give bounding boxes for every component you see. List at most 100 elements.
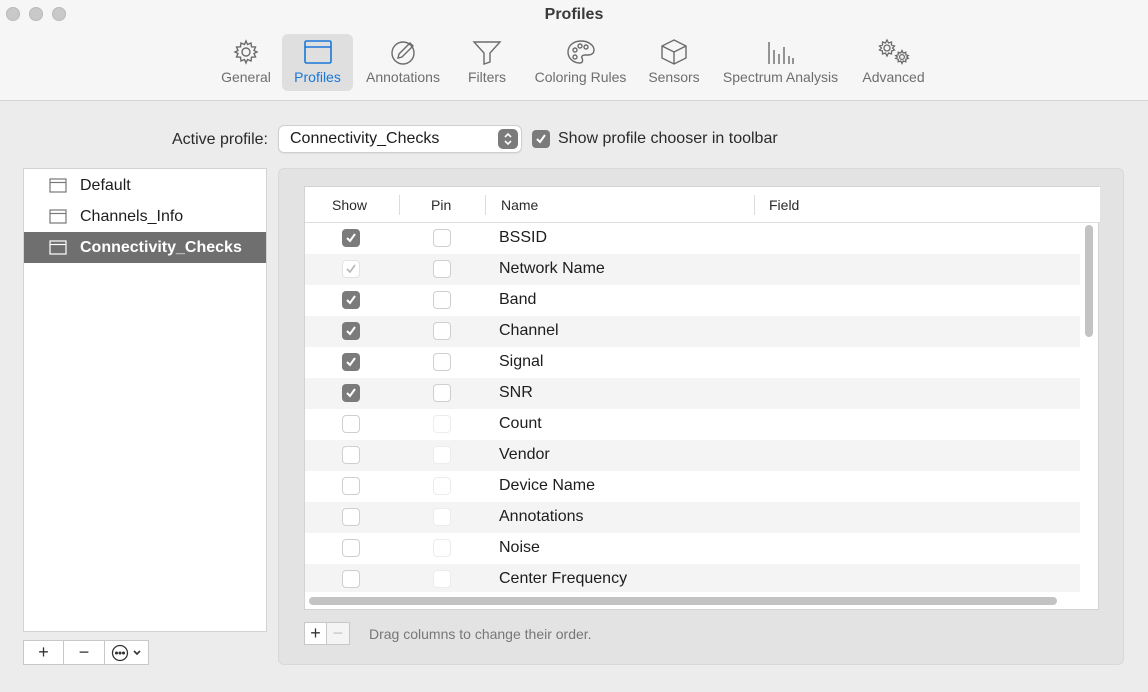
pin-checkbox[interactable]	[433, 229, 451, 247]
active-profile-select[interactable]: Connectivity_Checks	[278, 125, 522, 153]
remove-profile-button[interactable]: −	[64, 640, 105, 665]
vertical-scrollbar[interactable]	[1084, 225, 1094, 591]
window-icon	[49, 209, 67, 227]
preferences-tabs: General Profiles Annotations Filters Col…	[0, 34, 1148, 92]
pin-checkbox[interactable]	[433, 353, 451, 371]
column-header-field[interactable]: Field	[769, 197, 799, 213]
tab-annotations[interactable]: Annotations	[360, 34, 446, 91]
column-name: Device Name	[499, 477, 596, 494]
window-title: Profiles	[544, 6, 604, 23]
table-row[interactable]: Channel	[305, 316, 1080, 347]
profile-actions-menu[interactable]	[105, 640, 149, 665]
column-header-show[interactable]: Show	[332, 197, 367, 213]
show-checkbox[interactable]	[342, 539, 360, 557]
tab-coloring-rules[interactable]: Coloring Rules	[529, 34, 632, 91]
pin-checkbox[interactable]	[433, 384, 451, 402]
tab-spectrum-analysis[interactable]: Spectrum Analysis	[716, 34, 845, 91]
show-checkbox[interactable]	[342, 291, 360, 309]
table-row[interactable]: Device Name	[305, 471, 1080, 502]
table-row[interactable]: Network Name	[305, 254, 1080, 285]
pin-checkbox[interactable]	[433, 322, 451, 340]
pin-checkbox[interactable]	[433, 260, 451, 278]
profiles-list-controls: + −	[23, 640, 149, 665]
horizontal-scrollbar[interactable]	[309, 596, 1081, 606]
column-divider[interactable]	[485, 195, 486, 215]
show-checkbox[interactable]	[342, 570, 360, 588]
show-checkbox[interactable]	[342, 322, 360, 340]
column-name: Annotations	[499, 508, 584, 525]
tab-advanced[interactable]: Advanced	[858, 34, 929, 91]
tab-profiles[interactable]: Profiles	[282, 34, 353, 91]
column-name: SNR	[499, 384, 533, 401]
active-profile-label: Active profile:	[171, 131, 268, 148]
table-header: Show Pin Name Field	[305, 187, 1100, 223]
pin-checkbox	[433, 539, 451, 557]
tab-label: Sensors	[648, 69, 700, 85]
pin-checkbox	[433, 508, 451, 526]
remove-column-button[interactable]: −	[327, 622, 350, 645]
columns-table: Show Pin Name Field BSSID Network Name Ban…	[304, 186, 1100, 610]
scrollbar-thumb[interactable]	[309, 597, 1057, 605]
column-name: Channel	[499, 322, 559, 339]
window-icon	[49, 178, 67, 196]
drag-columns-hint: Drag columns to change their order.	[369, 626, 592, 642]
show-profile-chooser-label: Show profile chooser in toolbar	[558, 130, 778, 147]
scrollbar-thumb[interactable]	[1085, 225, 1093, 337]
show-checkbox	[342, 260, 360, 278]
add-profile-button[interactable]: +	[23, 640, 64, 665]
show-checkbox[interactable]	[342, 415, 360, 433]
show-checkbox[interactable]	[342, 229, 360, 247]
tab-general[interactable]: General	[219, 34, 273, 91]
cube-icon	[659, 36, 689, 68]
add-column-button[interactable]: +	[304, 622, 327, 645]
profile-item-channels-info[interactable]: Channels_Info	[24, 201, 266, 232]
show-checkbox[interactable]	[342, 446, 360, 464]
show-checkbox[interactable]	[342, 353, 360, 371]
gears-icon	[876, 36, 912, 68]
profiles-list: Default Channels_Info Connectivity_Check…	[23, 168, 267, 632]
show-checkbox[interactable]	[342, 384, 360, 402]
column-name: BSSID	[499, 229, 548, 246]
column-header-name[interactable]: Name	[501, 197, 538, 213]
tab-label: Advanced	[862, 69, 925, 85]
show-profile-chooser-option: Show profile chooser in toolbar	[532, 130, 778, 148]
table-row[interactable]: Noise	[305, 533, 1080, 564]
table-row[interactable]: Vendor	[305, 440, 1080, 471]
table-row[interactable]: SNR	[305, 378, 1080, 409]
table-row[interactable]: Annotations	[305, 502, 1080, 533]
column-name: Count	[499, 415, 542, 432]
pin-checkbox	[433, 570, 451, 588]
show-checkbox[interactable]	[342, 508, 360, 526]
ellipsis-circle-icon	[111, 644, 129, 661]
table-body: BSSID Network Name Band Channel Signal SNR Cou…	[305, 223, 1080, 592]
active-profile-value: Connectivity_Checks	[290, 130, 440, 147]
show-profile-chooser-checkbox[interactable]	[532, 130, 550, 148]
column-divider[interactable]	[399, 195, 400, 215]
profile-item-connectivity-checks[interactable]: Connectivity_Checks	[24, 232, 266, 263]
table-row[interactable]: Count	[305, 409, 1080, 440]
column-name: Network Name	[499, 260, 605, 277]
table-row[interactable]: Band	[305, 285, 1080, 316]
profile-item-default[interactable]: Default	[24, 170, 266, 201]
table-row[interactable]: Signal	[305, 347, 1080, 378]
gear-icon	[232, 36, 260, 68]
column-name: Noise	[499, 539, 540, 556]
palette-icon	[566, 36, 596, 68]
tab-sensors[interactable]: Sensors	[645, 34, 703, 91]
pin-checkbox[interactable]	[433, 291, 451, 309]
table-row[interactable]: BSSID	[305, 223, 1080, 254]
window-toolbar: Profiles General Profiles Annotations Fi…	[0, 0, 1148, 101]
column-header-pin[interactable]: Pin	[431, 197, 451, 213]
tab-filters[interactable]: Filters	[462, 34, 512, 91]
show-checkbox[interactable]	[342, 477, 360, 495]
funnel-icon	[472, 36, 502, 68]
profile-item-label: Default	[80, 176, 131, 194]
pin-checkbox	[433, 477, 451, 495]
tab-label: Annotations	[366, 69, 440, 85]
column-divider[interactable]	[754, 195, 755, 215]
pin-checkbox	[433, 415, 451, 433]
table-row[interactable]: Center Frequency	[305, 564, 1080, 592]
chevron-down-icon	[133, 649, 141, 655]
window-icon	[49, 240, 67, 258]
window-icon	[303, 36, 333, 68]
